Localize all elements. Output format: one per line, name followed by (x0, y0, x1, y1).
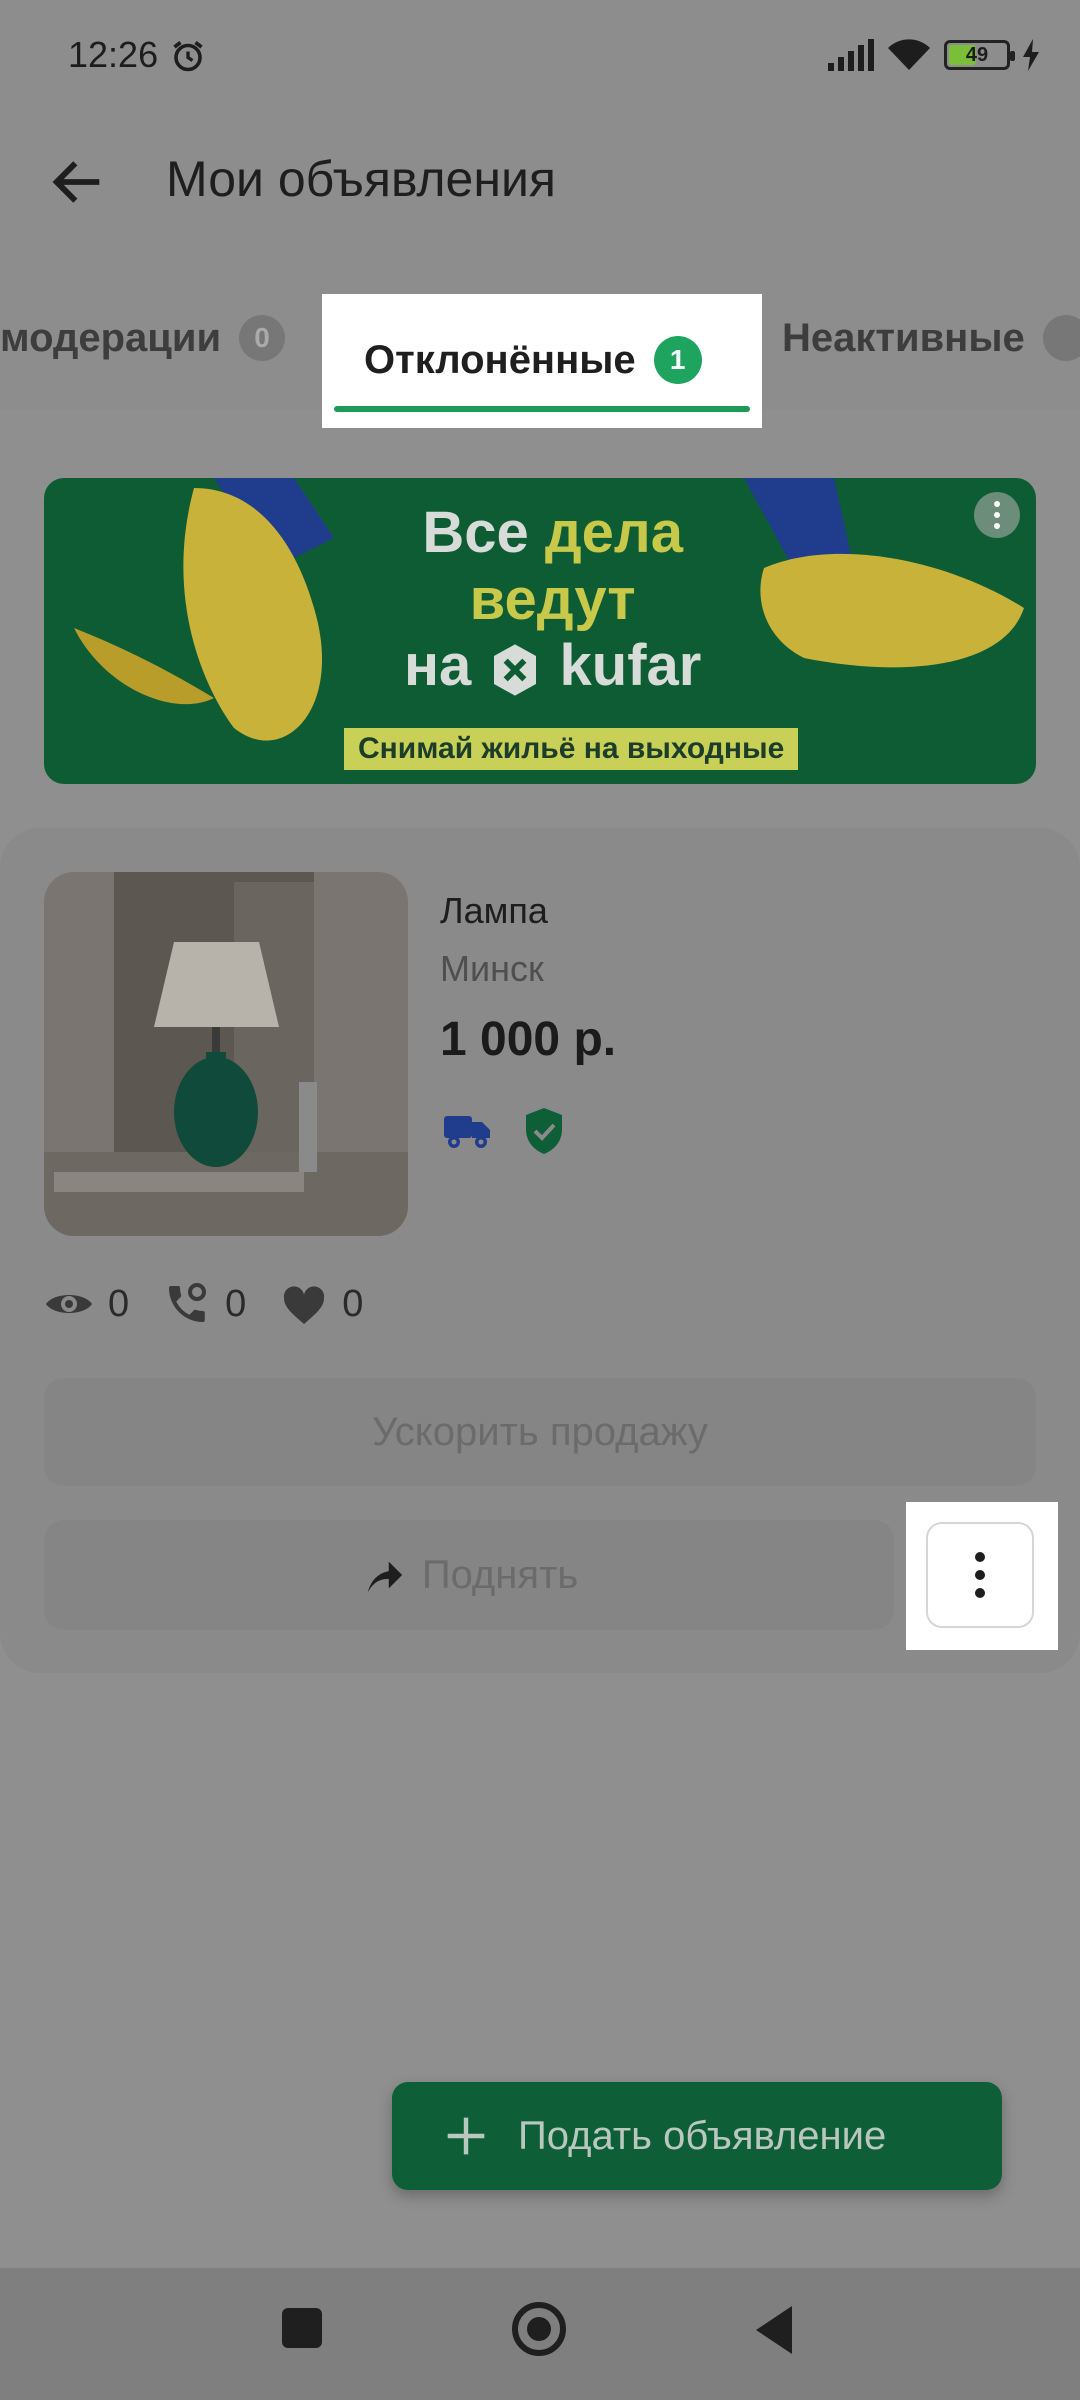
banner-more-icon[interactable] (974, 492, 1020, 538)
listing-title[interactable]: Лампа (440, 890, 548, 932)
heart-icon (284, 1286, 325, 1324)
raise-label: Поднять (421, 1552, 579, 1597)
tab-label: модерации (0, 315, 222, 360)
banner-text: на (404, 633, 472, 699)
verified-shield-icon (526, 1108, 562, 1154)
favorites-count: 0 (342, 1282, 364, 1325)
delivery-truck-icon (444, 1116, 490, 1148)
charging-icon (1023, 39, 1039, 71)
listing-stats: 0 0 0 (44, 1280, 363, 1328)
status-time: 12:26 (68, 34, 159, 75)
kufar-logo-icon (487, 642, 543, 698)
listing-city: Минск (440, 948, 544, 989)
back-arrow-icon[interactable] (46, 150, 110, 214)
banner-text: Все (422, 500, 529, 565)
banner-subtitle: Снимай жильё на выходные (344, 728, 799, 770)
page-title: Мои объявления (166, 151, 556, 207)
eye-icon (46, 1295, 92, 1313)
dot (975, 1570, 985, 1580)
post-ad-label: Подать объявление (518, 2113, 887, 2158)
tab-label: Отклонённые (364, 337, 636, 382)
post-ad-button[interactable]: Подать объявление (392, 2082, 1002, 2190)
app-bar: Мои объявления (0, 90, 1080, 270)
phone-call-icon (169, 1283, 207, 1322)
tab-rejected[interactable]: Отклонённые 1 (322, 294, 762, 428)
battery-icon: 49 (944, 40, 1015, 70)
tab-count-badge: 0 (239, 315, 286, 361)
alarm-icon (173, 41, 203, 72)
battery-level: 49 (965, 43, 989, 66)
wifi-icon (888, 39, 930, 70)
banner-headline: Все дела ведут на kufar (404, 500, 701, 700)
tab-inactive[interactable]: Неактивные (782, 315, 1080, 361)
ad-banner[interactable]: Все дела ведут на kufar Снимай жильё на … (44, 478, 1036, 784)
raise-button[interactable]: Поднять (44, 1520, 894, 1630)
status-icons: 49 (826, 38, 1040, 72)
raise-arrow-icon (367, 1561, 402, 1593)
tab-label: Неактивные (782, 315, 1025, 360)
status-bar: 12:26 49 (0, 0, 1080, 90)
more-options-button[interactable] (926, 1522, 1034, 1628)
banner-text-accent: дела (544, 500, 684, 565)
dot (975, 1588, 985, 1598)
home-icon[interactable] (512, 2302, 566, 2356)
banner-text-accent: ведут (469, 566, 636, 632)
more-options-highlight (906, 1502, 1058, 1650)
plus-icon (447, 2117, 485, 2155)
tab-count-badge: 1 (653, 336, 702, 384)
favorites-stat: 0 (280, 1282, 363, 1326)
views-stat: 0 (44, 1283, 129, 1326)
boost-sale-button[interactable]: Ускорить продажу (44, 1378, 1036, 1486)
signal-icon (828, 39, 874, 71)
tab-count-badge (1042, 315, 1080, 361)
listing-price: 1 000 р. (440, 1013, 617, 1066)
dot (975, 1552, 985, 1562)
views-count: 0 (108, 1282, 130, 1325)
calls-stat: 0 (163, 1280, 246, 1328)
tab-active-indicator (334, 406, 750, 412)
listing-thumbnail[interactable] (44, 872, 408, 1236)
banner-brand: kufar (559, 633, 702, 699)
tab-moderation[interactable]: модерации 0 (0, 315, 286, 361)
recents-icon[interactable] (282, 2308, 322, 2348)
nav-back-icon[interactable] (756, 2306, 792, 2354)
calls-count: 0 (225, 1282, 247, 1325)
status-tabs: модерации 0 Отклонённые 1 Неактивные (0, 270, 1080, 428)
system-nav-bar (0, 2268, 1080, 2400)
